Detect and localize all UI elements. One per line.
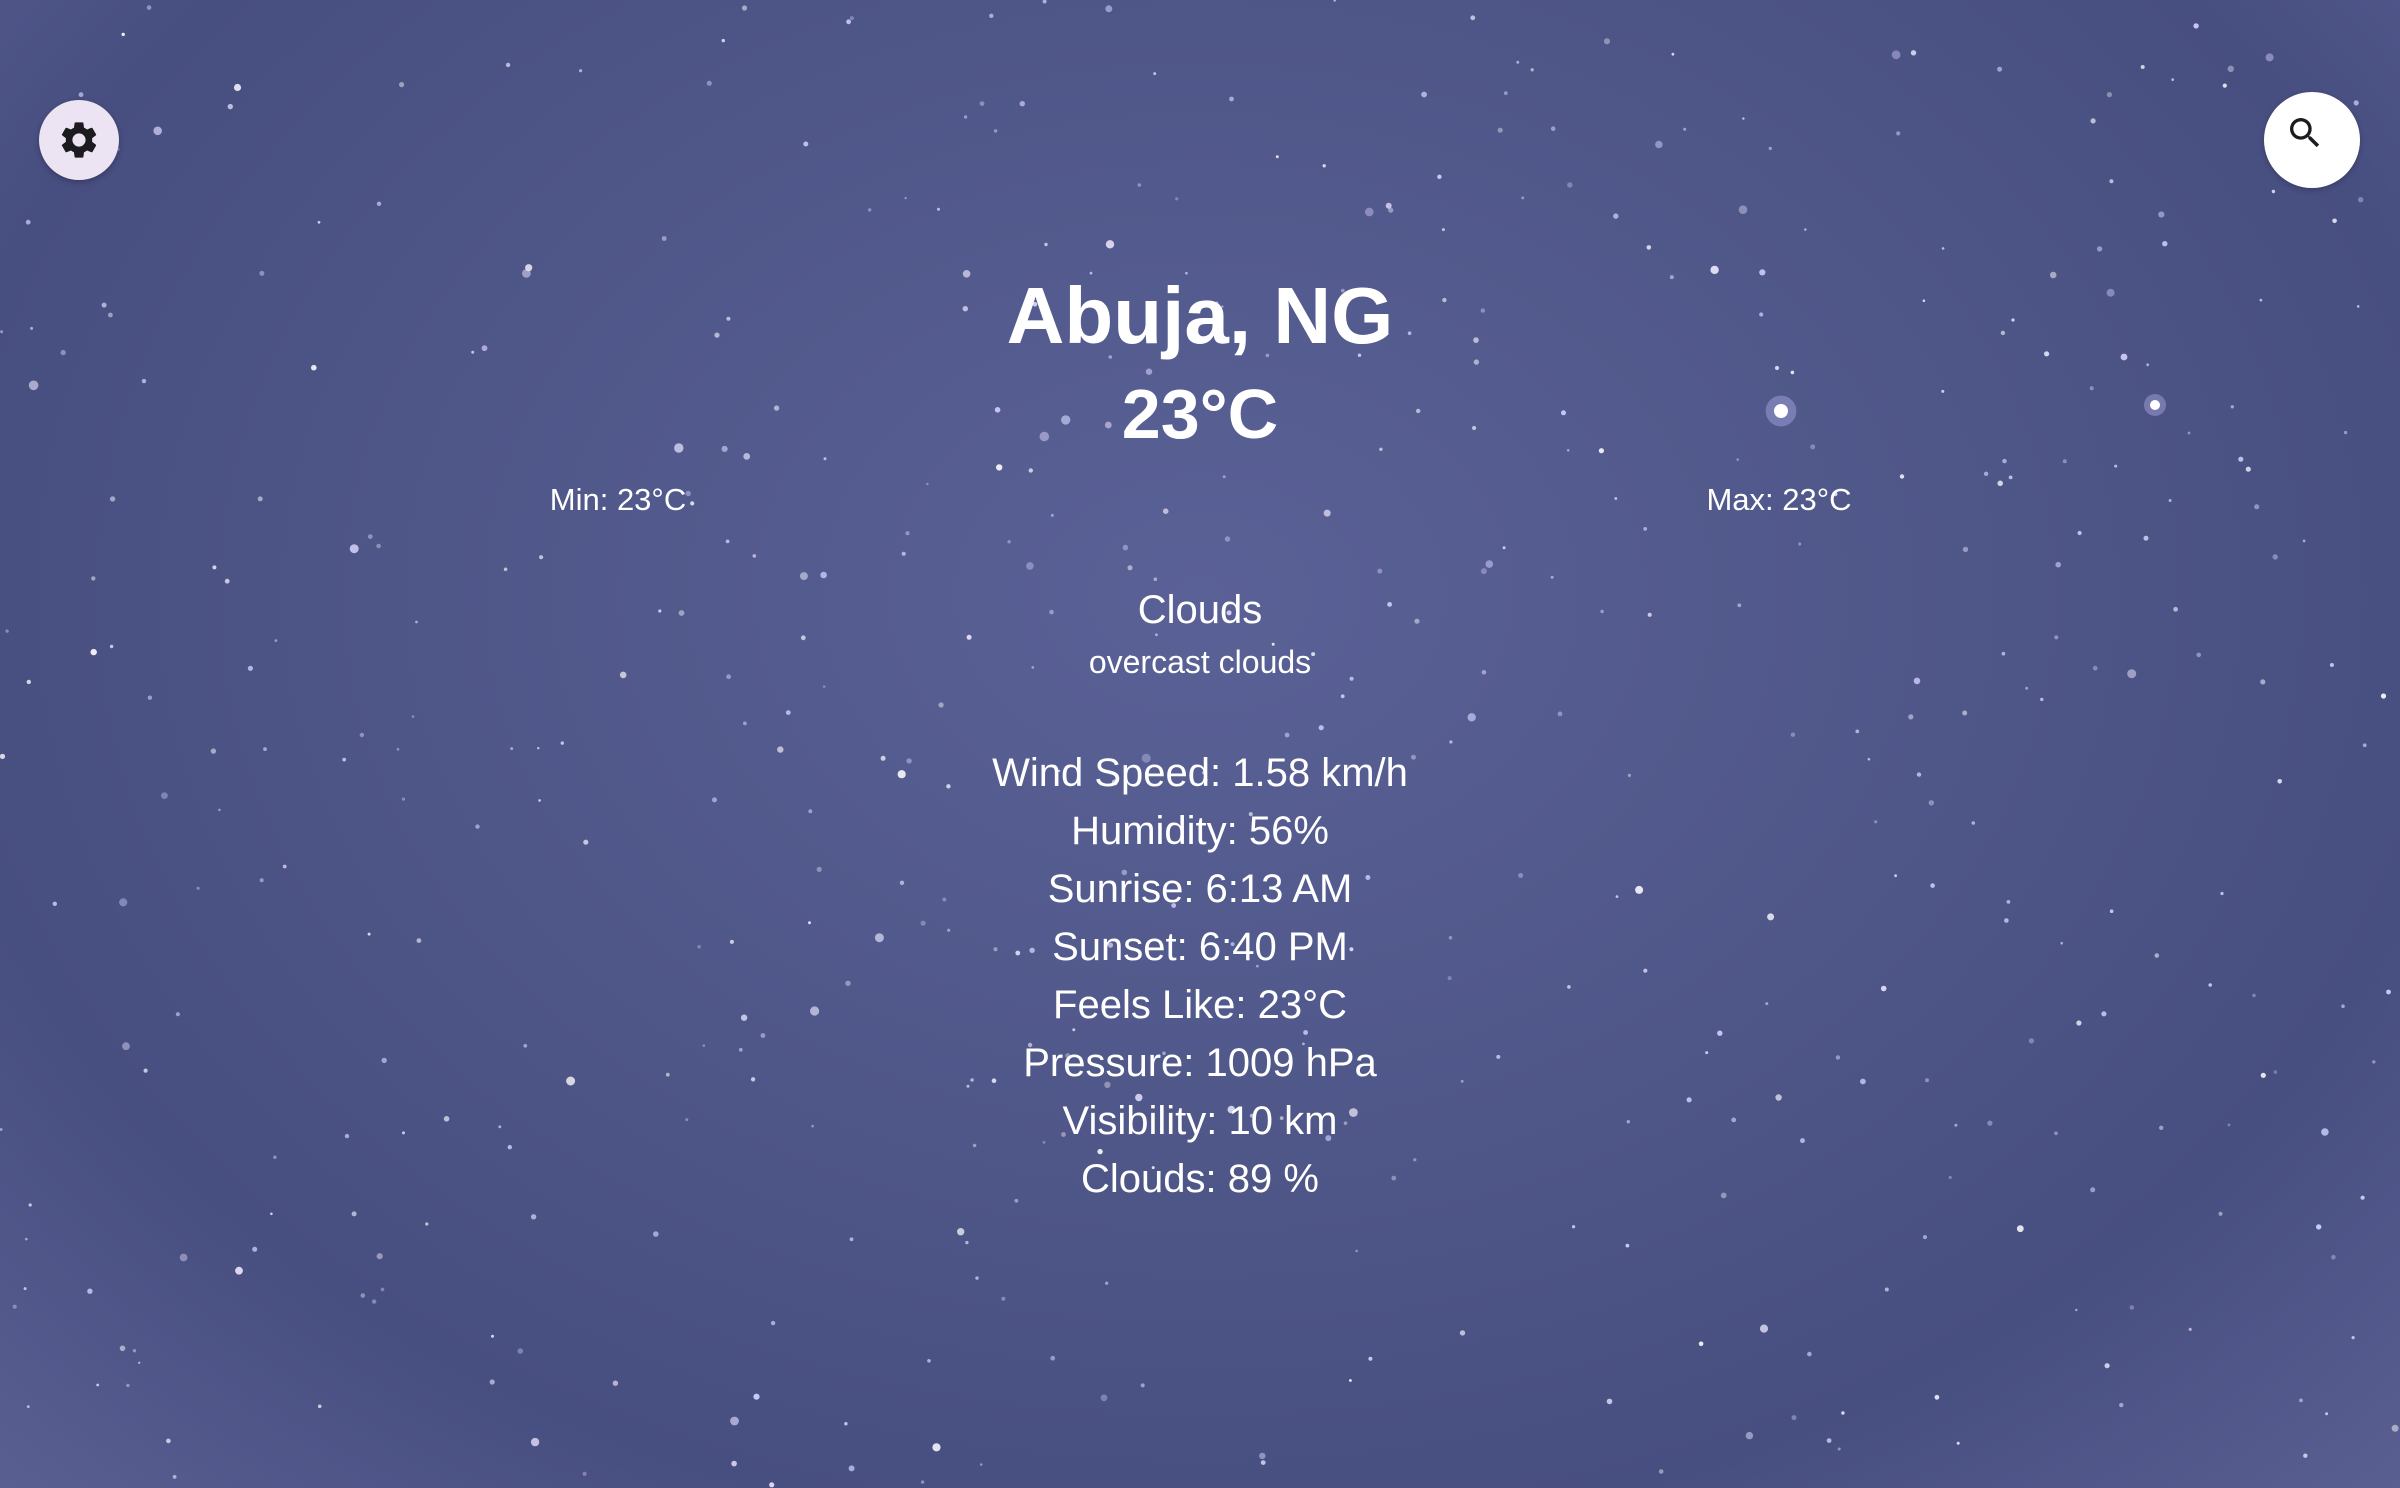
search-button[interactable] [2264, 92, 2360, 188]
weather-details-list: Wind Speed: 1.58 km/h Humidity: 56% Sunr… [0, 744, 2400, 1208]
visibility: Visibility: 10 km [1062, 1099, 1338, 1143]
feels-like: Feels Like: 23°C [1053, 983, 1347, 1027]
max-temperature: Max: 23°C [1706, 482, 1852, 517]
weather-description: overcast clouds [1088, 644, 1312, 680]
cloud-cover: Clouds: 89 % [1081, 1157, 1319, 1201]
pressure: Pressure: 1009 hPa [1023, 1041, 1377, 1085]
weather-condition: Clouds [1137, 588, 1263, 632]
sunset: Sunset: 6:40 PM [1052, 925, 1348, 969]
sunrise: Sunrise: 6:13 AM [1047, 867, 1353, 911]
settings-button[interactable] [39, 100, 119, 180]
current-temperature: 23°C [1121, 375, 1279, 453]
humidity: Humidity: 56% [1071, 809, 1329, 853]
min-temperature: Min: 23°C [549, 482, 687, 517]
wind-speed: Wind Speed: 1.58 km/h [992, 751, 1408, 795]
city-name: Abuja, NG [1006, 271, 1394, 360]
gear-icon [61, 122, 97, 158]
search-icon [2290, 118, 2320, 148]
